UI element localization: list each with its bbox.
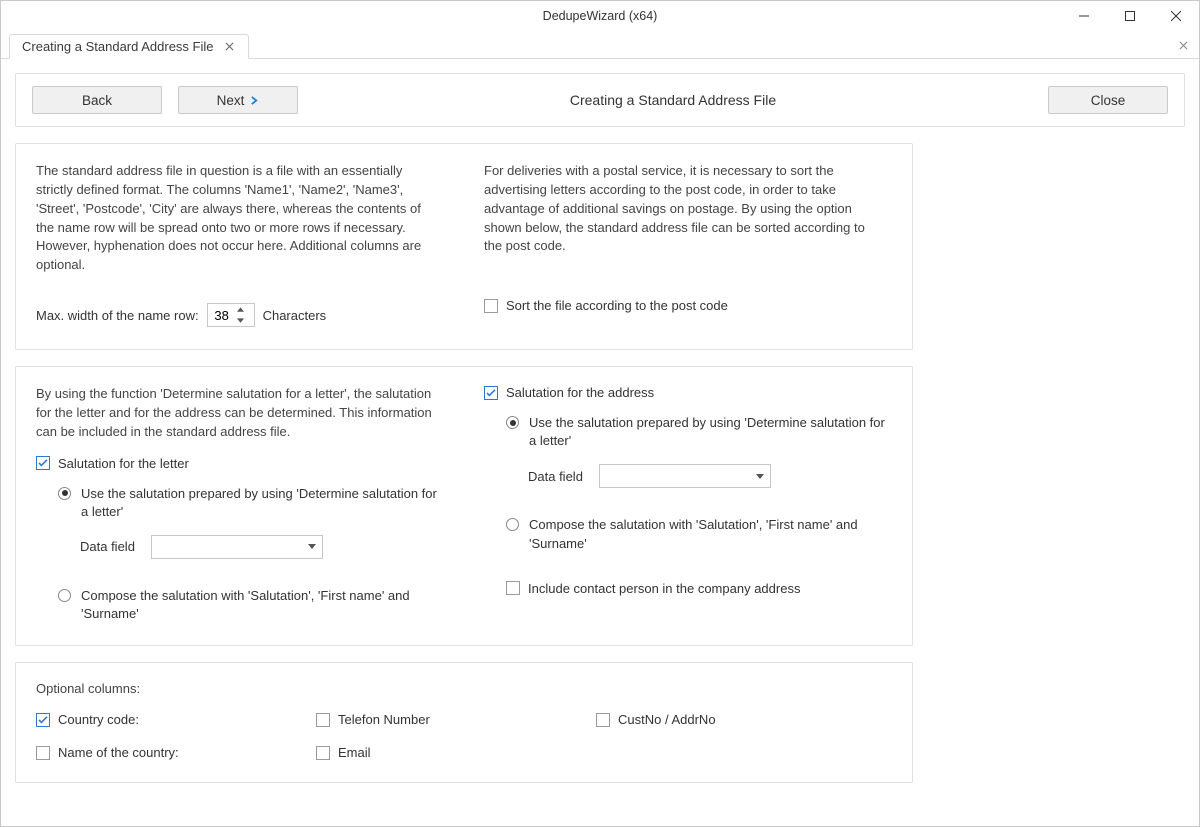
back-button[interactable]: Back [32,86,162,114]
window-close-button[interactable] [1153,1,1199,31]
sort-description: For deliveries with a postal service, it… [484,162,884,256]
panel-title: Creating a Standard Address File [298,92,1048,108]
email-checkbox[interactable] [316,746,330,760]
maximize-button[interactable] [1107,1,1153,31]
salutation-address-label: Salutation for the address [506,385,654,400]
titlebar: DedupeWizard (x64) [1,1,1199,31]
address-radio-compose-label: Compose the salutation with 'Salutation'… [529,516,889,552]
tabstrip-close-icon[interactable] [1175,37,1191,53]
maxwidth-value[interactable] [208,307,234,324]
custno-label: CustNo / AddrNo [618,712,716,727]
address-datafield-label: Data field [528,469,583,484]
address-radio-compose[interactable] [506,518,519,531]
country-name-checkbox[interactable] [36,746,50,760]
salutation-address-checkbox[interactable] [484,386,498,400]
next-button[interactable]: Next [178,86,298,114]
salutation-letter-checkbox[interactable] [36,456,50,470]
address-datafield-select[interactable] [599,464,771,488]
include-contact-checkbox[interactable] [506,581,520,595]
minimize-button[interactable] [1061,1,1107,31]
custno-checkbox[interactable] [596,713,610,727]
maxwidth-label: Max. width of the name row: [36,308,199,323]
tab-close-icon[interactable] [224,41,236,53]
panel-format-and-sort: The standard address file in question is… [15,143,913,350]
telefon-label: Telefon Number [338,712,430,727]
letter-datafield-select[interactable] [151,535,323,559]
next-arrow-icon [250,93,259,108]
optional-columns-title: Optional columns: [36,681,892,696]
country-code-checkbox[interactable] [36,713,50,727]
country-code-label: Country code: [58,712,139,727]
address-radio-use-prepared-label: Use the salutation prepared by using 'De… [529,414,889,450]
salutation-intro: By using the function 'Determine salutat… [36,385,436,442]
include-contact-label: Include contact person in the company ad… [528,581,800,596]
address-radio-use-prepared[interactable] [506,416,519,429]
spin-down-icon[interactable] [234,315,248,326]
close-button[interactable]: Close [1048,86,1168,114]
maxwidth-input[interactable] [207,303,255,327]
telefon-checkbox[interactable] [316,713,330,727]
email-label: Email [338,745,371,760]
maxwidth-unit: Characters [263,308,327,323]
letter-radio-compose-label: Compose the salutation with 'Salutation'… [81,587,441,623]
letter-radio-compose[interactable] [58,589,71,602]
format-description: The standard address file in question is… [36,162,436,275]
letter-radio-use-prepared[interactable] [58,487,71,500]
tab-strip: Creating a Standard Address File [1,31,1199,59]
country-name-label: Name of the country: [58,745,179,760]
salutation-letter-label: Salutation for the letter [58,456,189,471]
spin-up-icon[interactable] [234,304,248,315]
wizard-toolbar: Back Next Creating a Standard Address Fi… [15,73,1185,127]
letter-datafield-label: Data field [80,539,135,554]
panel-optional-columns: Optional columns: Country code: [15,662,913,783]
sort-postcode-checkbox[interactable] [484,299,498,313]
tab-label: Creating a Standard Address File [22,39,214,54]
panel-salutation: By using the function 'Determine salutat… [15,366,913,646]
letter-radio-use-prepared-label: Use the salutation prepared by using 'De… [81,485,441,521]
sort-postcode-label: Sort the file according to the post code [506,298,728,313]
tab-creating-address-file[interactable]: Creating a Standard Address File [9,34,249,59]
window-title: DedupeWizard (x64) [543,9,658,23]
